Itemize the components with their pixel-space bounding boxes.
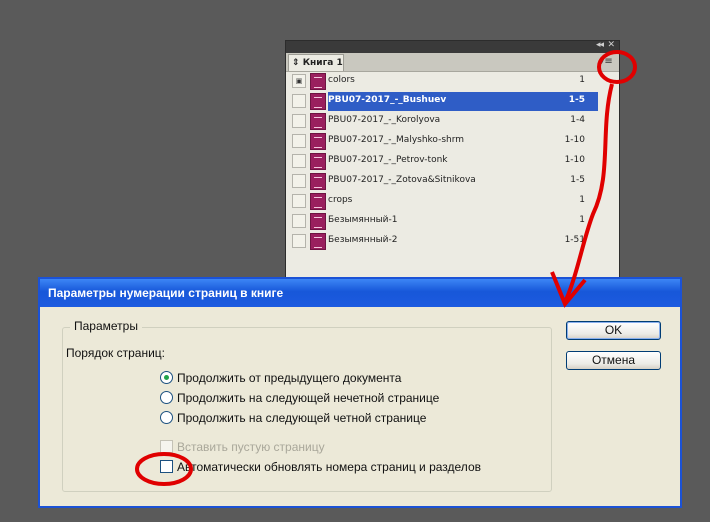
radio-continue-previous[interactable]: Продолжить от предыдущего документа bbox=[160, 370, 401, 386]
page-range: 1-5 bbox=[568, 95, 585, 105]
list-item[interactable]: crops 1 bbox=[290, 192, 613, 211]
page-range: 1 bbox=[579, 195, 585, 205]
page-range: 1 bbox=[579, 75, 585, 85]
insert-blank-page-label: Вставить пустую страницу bbox=[177, 440, 325, 454]
document-name: PBU07-2017_-_Korolyova bbox=[328, 115, 441, 125]
auto-update-option[interactable]: Автоматически обновлять номера страниц и… bbox=[160, 459, 481, 475]
document-name: PBU07-2017_-_Bushuev bbox=[328, 95, 447, 105]
radio-label: Продолжить на следующей четной странице bbox=[177, 411, 427, 425]
book-document-list: ▣ colors 1 PBU07-2017_-_Bushuev 1-5 PBU07-201… bbox=[290, 72, 613, 252]
list-item[interactable]: PBU07-2017_-_Petrov-tonk 1-10 bbox=[290, 152, 613, 171]
indesign-document-icon bbox=[310, 213, 326, 230]
list-item[interactable]: PBU07-2017_-_Korolyova 1-4 bbox=[290, 112, 613, 131]
style-source-box[interactable] bbox=[292, 214, 306, 228]
page-order-label: Порядок страниц: bbox=[66, 346, 165, 360]
radio-button[interactable] bbox=[160, 411, 173, 425]
page-numbering-dialog: Параметры нумерации страниц в книге Пара… bbox=[38, 277, 682, 508]
list-item[interactable]: PBU07-2017_-_Malyshko-shrm 1-10 bbox=[290, 132, 613, 151]
list-item[interactable]: ▣ colors 1 bbox=[290, 72, 613, 91]
document-name: crops bbox=[328, 195, 353, 205]
options-group-label: Параметры bbox=[70, 319, 142, 333]
style-source-box[interactable] bbox=[292, 134, 306, 148]
document-name: Безымянный-2 bbox=[328, 235, 398, 245]
document-name: colors bbox=[328, 75, 355, 85]
auto-update-label: Автоматически обновлять номера страниц и… bbox=[177, 460, 481, 474]
radio-next-even[interactable]: Продолжить на следующей четной странице bbox=[160, 410, 426, 426]
page-range: 1-10 bbox=[564, 155, 585, 165]
indesign-document-icon bbox=[310, 173, 326, 190]
dialog-title: Параметры нумерации страниц в книге bbox=[48, 286, 284, 300]
style-source-box[interactable] bbox=[292, 234, 306, 248]
document-name: PBU07-2017_-_Petrov-tonk bbox=[328, 155, 448, 165]
collapse-icon[interactable]: ◂◂ bbox=[596, 40, 604, 50]
auto-update-checkbox[interactable] bbox=[160, 460, 173, 474]
insert-blank-page-checkbox bbox=[160, 440, 173, 454]
document-name: PBU07-2017_-_Zotova&Sitnikova bbox=[328, 175, 476, 185]
tab-book[interactable]: ⇕ Книга 1 bbox=[288, 54, 344, 71]
style-source-box[interactable] bbox=[292, 114, 306, 128]
indesign-document-icon bbox=[310, 193, 326, 210]
radio-button[interactable] bbox=[160, 391, 173, 405]
indesign-document-icon bbox=[310, 153, 326, 170]
list-item[interactable]: PBU07-2017_-_Bushuev 1-5 bbox=[290, 92, 613, 111]
page-range: 1-5 bbox=[570, 175, 585, 185]
page-range: 1-10 bbox=[564, 135, 585, 145]
document-name: Безымянный-1 bbox=[328, 215, 398, 225]
panel-topbar: ◂◂ ✕ bbox=[286, 40, 619, 53]
close-icon[interactable]: ✕ bbox=[607, 40, 615, 50]
indesign-document-icon bbox=[310, 133, 326, 150]
page-range: 1 bbox=[579, 215, 585, 225]
style-source-box[interactable] bbox=[292, 174, 306, 188]
cancel-button[interactable]: Отмена bbox=[566, 351, 661, 370]
indesign-document-icon bbox=[310, 233, 326, 250]
style-source-icon[interactable]: ▣ bbox=[292, 74, 306, 88]
tab-arrows-icon: ⇕ bbox=[292, 58, 300, 68]
book-panel: ◂◂ ✕ ⇕ Книга 1 ▾≡ ▣ colors 1 PBU07-2017_-_B… bbox=[285, 40, 620, 282]
ok-button[interactable]: OK bbox=[566, 321, 661, 340]
tab-book-label: Книга 1 bbox=[302, 58, 343, 68]
list-item[interactable]: PBU07-2017_-_Zotova&Sitnikova 1-5 bbox=[290, 172, 613, 191]
radio-next-odd[interactable]: Продолжить на следующей нечетной страниц… bbox=[160, 390, 439, 406]
radio-button[interactable] bbox=[160, 371, 173, 385]
radio-label: Продолжить от предыдущего документа bbox=[177, 371, 402, 385]
indesign-document-icon bbox=[310, 73, 326, 90]
panel-menu-icon[interactable]: ▾≡ bbox=[599, 56, 613, 68]
page-range: 1-4 bbox=[570, 115, 585, 125]
indesign-document-icon bbox=[310, 93, 326, 110]
indesign-document-icon bbox=[310, 113, 326, 130]
document-name: PBU07-2017_-_Malyshko-shrm bbox=[328, 135, 465, 145]
radio-label: Продолжить на следующей нечетной страниц… bbox=[177, 391, 440, 405]
list-item[interactable]: Безымянный-1 1 bbox=[290, 212, 613, 231]
panel-tab-row: ⇕ Книга 1 ▾≡ bbox=[286, 53, 619, 72]
style-source-box[interactable] bbox=[292, 94, 306, 108]
style-source-box[interactable] bbox=[292, 154, 306, 168]
dialog-titlebar[interactable]: Параметры нумерации страниц в книге bbox=[40, 279, 680, 307]
page-range: 1-51 bbox=[564, 235, 585, 245]
list-item[interactable]: Безымянный-2 1-51 bbox=[290, 232, 613, 251]
style-source-box[interactable] bbox=[292, 194, 306, 208]
insert-blank-page-option: Вставить пустую страницу bbox=[160, 439, 325, 455]
